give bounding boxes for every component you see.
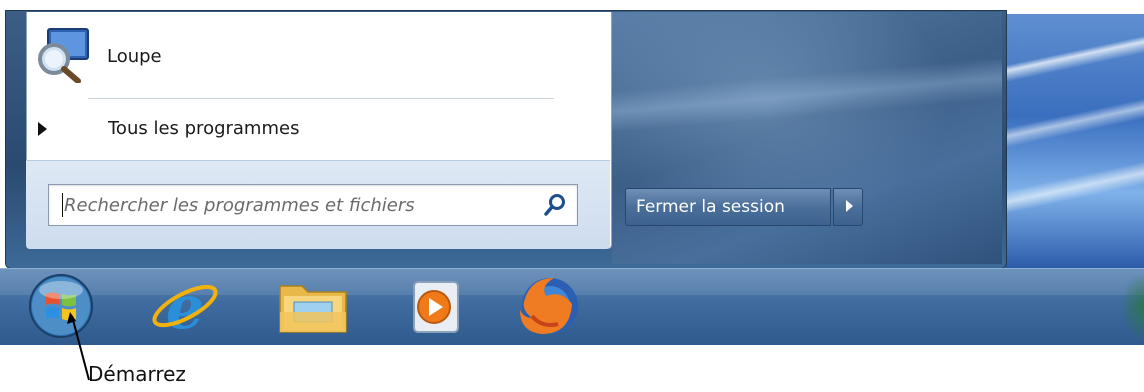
right-pane-sheen <box>612 60 1002 130</box>
text-caret <box>62 193 63 217</box>
log-off-button[interactable]: Fermer la session <box>625 188 831 226</box>
arrow-right-icon <box>38 122 47 136</box>
menu-separator <box>88 98 554 99</box>
menu-item-loupe-label: Loupe <box>107 46 162 67</box>
arrow-right-icon <box>846 200 853 212</box>
magnifier-icon <box>38 28 89 83</box>
folder-icon[interactable] <box>272 272 354 340</box>
menu-item-all-programs-label: Tous les programmes <box>108 118 300 139</box>
annotation-label: Démarrez <box>88 362 186 386</box>
start-menu-right-pane <box>612 12 1002 264</box>
desktop-wallpaper <box>1005 14 1144 270</box>
firefox-icon[interactable] <box>510 272 590 340</box>
taskbar-edge <box>1120 272 1144 342</box>
svg-text:e: e <box>166 273 204 340</box>
search-input[interactable] <box>64 184 524 226</box>
search-icon[interactable] <box>542 192 568 218</box>
ie-icon[interactable]: e <box>148 272 222 340</box>
play-icon[interactable] <box>398 272 470 340</box>
